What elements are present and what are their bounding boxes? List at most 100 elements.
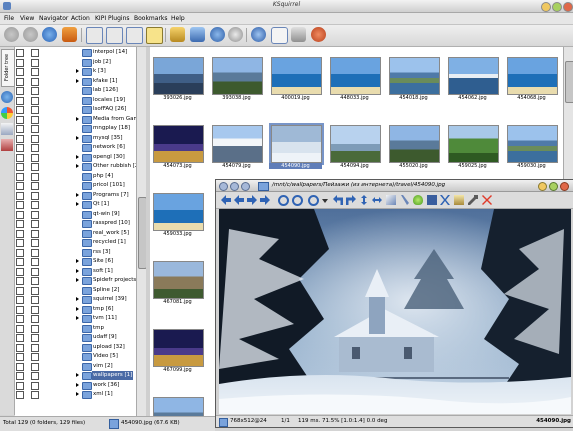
- tree-checkbox-recursive[interactable]: [31, 134, 39, 143]
- tree-row[interactable]: Video [5]: [15, 352, 136, 361]
- tree-checkbox[interactable]: [16, 49, 24, 57]
- select-region-icon[interactable]: [427, 195, 437, 205]
- tree-row[interactable]: udaff [9]: [15, 333, 136, 342]
- menu-action[interactable]: Action: [71, 15, 90, 22]
- tree-checkbox[interactable]: [16, 125, 24, 133]
- thumbnail-item[interactable]: 467081.jpg: [151, 259, 204, 306]
- tree-row[interactable]: Site [6]: [15, 257, 136, 266]
- grid-scrollbar-thumb[interactable]: [565, 61, 573, 103]
- tree-row[interactable]: upload [32]: [15, 343, 136, 352]
- about-icon[interactable]: [311, 27, 326, 42]
- tree-checkbox[interactable]: [16, 115, 24, 124]
- tree-checkbox[interactable]: [16, 362, 24, 371]
- flip-horizontal-icon[interactable]: [372, 197, 382, 203]
- thumbnail-item[interactable]: 454062.jpg: [446, 55, 499, 102]
- viewer-sticky-icon[interactable]: [230, 182, 239, 191]
- tree-row[interactable]: qt-win [9]: [15, 210, 136, 219]
- last-image-icon[interactable]: [260, 195, 270, 205]
- viewer-shade-icon[interactable]: [241, 182, 250, 191]
- thumbnail-item[interactable]: 393038.jpg: [210, 55, 263, 102]
- tree-row[interactable]: tmp: [15, 324, 136, 333]
- tree-checkbox[interactable]: [16, 277, 24, 285]
- tree-checkbox[interactable]: [16, 210, 24, 219]
- tree-checkbox[interactable]: [16, 191, 24, 200]
- tree-checkbox[interactable]: [16, 153, 24, 162]
- tree-checkbox-recursive[interactable]: [31, 372, 39, 380]
- view-icons-icon[interactable]: [86, 27, 103, 44]
- expand-arrow-icon[interactable]: [76, 164, 79, 168]
- tree-checkbox[interactable]: [16, 68, 24, 76]
- tree-checkbox-recursive[interactable]: [31, 258, 39, 266]
- close-button[interactable]: [563, 2, 573, 12]
- tree-checkbox-recursive[interactable]: [31, 58, 39, 67]
- tree-checkbox[interactable]: [16, 87, 24, 95]
- tree-scrollbar[interactable]: [136, 47, 147, 416]
- tree-row[interactable]: Media from Games...: [15, 115, 136, 124]
- expand-arrow-icon[interactable]: [76, 297, 79, 301]
- next-image-icon[interactable]: [247, 195, 257, 205]
- tree-checkbox-recursive[interactable]: [31, 77, 39, 86]
- tree-checkbox[interactable]: [16, 391, 24, 399]
- tree-checkbox-recursive[interactable]: [31, 362, 39, 371]
- menu-help[interactable]: Help: [171, 15, 185, 22]
- tree-row[interactable]: kfake [1]: [15, 77, 136, 86]
- flip-vertical-icon[interactable]: [361, 195, 367, 205]
- bookmarks-icon[interactable]: [1, 123, 13, 135]
- expand-arrow-icon[interactable]: [76, 382, 79, 387]
- home-icon[interactable]: [62, 27, 77, 42]
- thumbnail-item[interactable]: 454079.jpg: [210, 123, 263, 170]
- tree-checkbox-recursive[interactable]: [31, 296, 39, 304]
- color-palette-icon[interactable]: [1, 107, 13, 119]
- expand-arrow-icon[interactable]: [76, 392, 79, 396]
- expand-arrow-icon[interactable]: [76, 78, 79, 83]
- viewer-menu-icon[interactable]: [219, 182, 228, 191]
- thumbnail-item[interactable]: 459025.jpg: [446, 123, 499, 170]
- menu-file[interactable]: File: [4, 15, 14, 22]
- tree-checkbox[interactable]: [16, 172, 24, 181]
- expand-arrow-icon[interactable]: [76, 259, 79, 263]
- thumbnail-item[interactable]: 459030.jpg: [505, 123, 558, 170]
- tree-checkbox[interactable]: [16, 258, 24, 266]
- expand-arrow-icon[interactable]: [76, 268, 79, 273]
- thumbnail-item[interactable]: 454018.jpg: [387, 55, 440, 102]
- open-viewer-icon[interactable]: [170, 27, 185, 42]
- expand-arrow-icon[interactable]: [76, 192, 79, 197]
- find-icon[interactable]: [228, 27, 243, 42]
- globe-icon[interactable]: [1, 91, 13, 103]
- view-thumbnails-icon[interactable]: [146, 27, 163, 44]
- tree-row[interactable]: opengl [30]: [15, 153, 136, 162]
- expand-arrow-icon[interactable]: [76, 69, 79, 73]
- tree-row[interactable]: tmp [6]: [15, 305, 136, 314]
- forward-icon[interactable]: [23, 27, 38, 42]
- viewer-maximize-button[interactable]: [549, 182, 558, 191]
- tree-row[interactable]: squirrel [39]: [15, 295, 136, 304]
- tree-row[interactable]: lsofFAQ [26]: [15, 105, 136, 114]
- tree-row[interactable]: wallpapers [1]: [15, 371, 136, 380]
- tree-checkbox-recursive[interactable]: [31, 115, 39, 124]
- tree-checkbox-recursive[interactable]: [31, 201, 39, 209]
- tree-row[interactable]: job [2]: [15, 58, 136, 67]
- tree-checkbox-recursive[interactable]: [31, 343, 39, 352]
- menu-kipi-plugins[interactable]: KIPI Plugins: [95, 15, 130, 22]
- slideshow-icon[interactable]: [190, 27, 205, 42]
- image-properties-icon[interactable]: [454, 195, 464, 205]
- tree-checkbox[interactable]: [16, 343, 24, 352]
- tree-checkbox-recursive[interactable]: [31, 210, 39, 219]
- tree-checkbox-recursive[interactable]: [31, 68, 39, 76]
- thumbnail-item[interactable]: 454068.jpg: [505, 55, 558, 102]
- tree-row[interactable]: work [36]: [15, 381, 136, 390]
- expand-arrow-icon[interactable]: [76, 116, 79, 121]
- expand-arrow-icon[interactable]: [76, 316, 79, 320]
- first-image-icon[interactable]: [221, 195, 231, 205]
- viewer-image[interactable]: [219, 209, 571, 414]
- tree-checkbox[interactable]: [16, 96, 24, 105]
- expand-arrow-icon[interactable]: [76, 154, 79, 159]
- tree-checkbox-recursive[interactable]: [31, 248, 39, 257]
- expand-arrow-icon[interactable]: [76, 373, 79, 377]
- tree-checkbox[interactable]: [16, 372, 24, 380]
- configure-icon[interactable]: [251, 27, 266, 42]
- thumbnail-item[interactable]: 467099.jpg: [151, 327, 204, 374]
- tree-checkbox[interactable]: [16, 134, 24, 143]
- fullscreen-icon[interactable]: [440, 195, 450, 205]
- maximize-button[interactable]: [552, 2, 562, 12]
